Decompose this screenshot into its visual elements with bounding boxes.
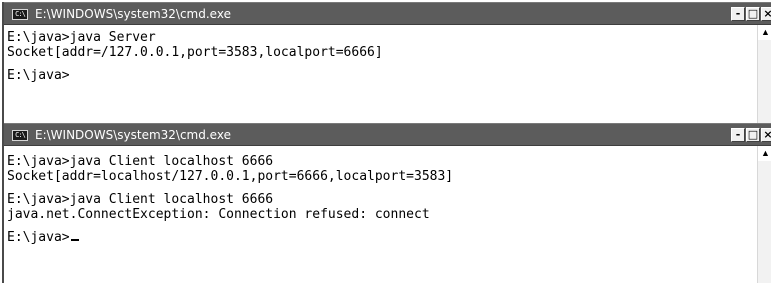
text-cursor [70, 239, 79, 241]
vertical-scrollbar[interactable]: ▲ [757, 146, 771, 283]
minimize-button[interactable]: - [731, 128, 745, 142]
console-line: E:\java>java Client localhost 6666 [7, 154, 274, 169]
console-output[interactable]: E:\java>java Client localhost 6666 Socke… [4, 146, 757, 283]
cmd-icon[interactable]: C:\ [12, 9, 28, 20]
console-prompt: E:\java> [7, 230, 757, 245]
maximize-button[interactable]: □ [746, 128, 760, 142]
console-line: java.net.ConnectException: Connection re… [7, 207, 430, 222]
server-console-window: C:\ E:\WINDOWS\system32\cmd.exe - □ × E:… [2, 2, 771, 123]
title-bar[interactable]: C:\ E:\WINDOWS\system32\cmd.exe - □ × [4, 123, 771, 146]
cmd-icon[interactable]: C:\ [12, 130, 28, 141]
prompt-text: E:\java> [7, 230, 70, 245]
scroll-up-arrow-icon[interactable]: ▲ [758, 25, 771, 40]
console-line: E:\java>java Client localhost 6666 [7, 192, 274, 207]
close-button[interactable]: × [761, 7, 771, 21]
window-title: E:\WINDOWS\system32\cmd.exe [35, 128, 231, 142]
console-output[interactable]: E:\java>java Server Socket[addr=/127.0.0… [4, 25, 757, 123]
console-line: E:\java>java Server [7, 30, 156, 45]
console-line: Socket[addr=localhost/127.0.0.1,port=666… [7, 169, 454, 184]
title-bar[interactable]: C:\ E:\WINDOWS\system32\cmd.exe - □ × [4, 2, 771, 25]
window-title: E:\WINDOWS\system32\cmd.exe [35, 7, 231, 21]
console-prompt: E:\java> [7, 68, 70, 83]
close-button[interactable]: × [761, 128, 771, 142]
scroll-up-arrow-icon[interactable]: ▲ [758, 146, 771, 161]
maximize-button[interactable]: □ [746, 7, 760, 21]
vertical-scrollbar[interactable]: ▲ [757, 25, 771, 123]
console-line: Socket[addr=/127.0.0.1,port=3583,localpo… [7, 45, 383, 60]
minimize-button[interactable]: - [731, 7, 745, 21]
client-console-window: C:\ E:\WINDOWS\system32\cmd.exe - □ × E:… [2, 123, 771, 283]
